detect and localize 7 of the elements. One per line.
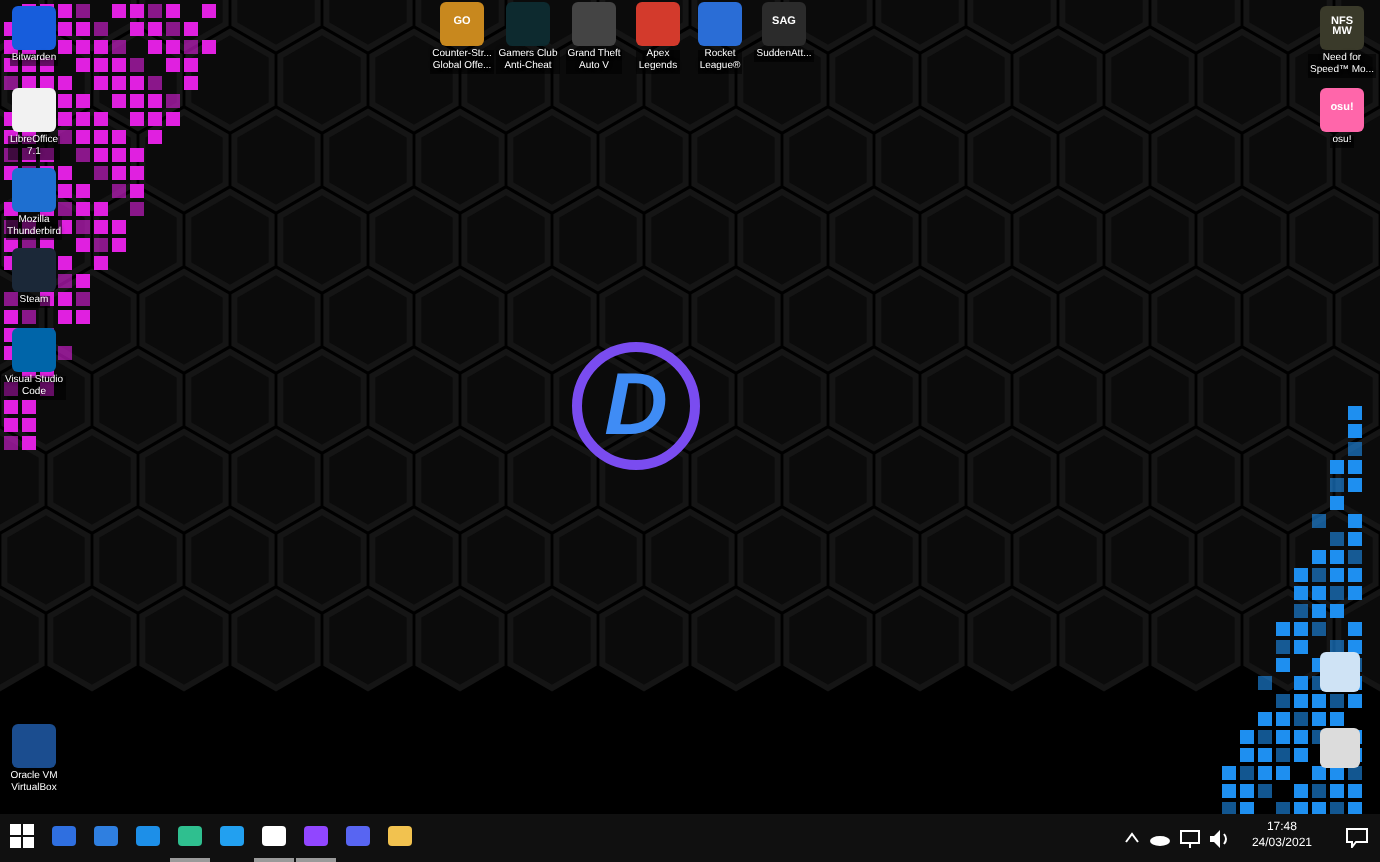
cloud-icon[interactable]: [1149, 831, 1170, 845]
logo-letter: D: [604, 362, 668, 450]
caret-icon[interactable]: [1123, 832, 1140, 844]
monitor-icon[interactable]: [1179, 829, 1200, 847]
speaker-icon[interactable]: [1209, 829, 1230, 847]
windows-icon: [10, 824, 34, 848]
notification-icon[interactable]: [1346, 828, 1368, 848]
